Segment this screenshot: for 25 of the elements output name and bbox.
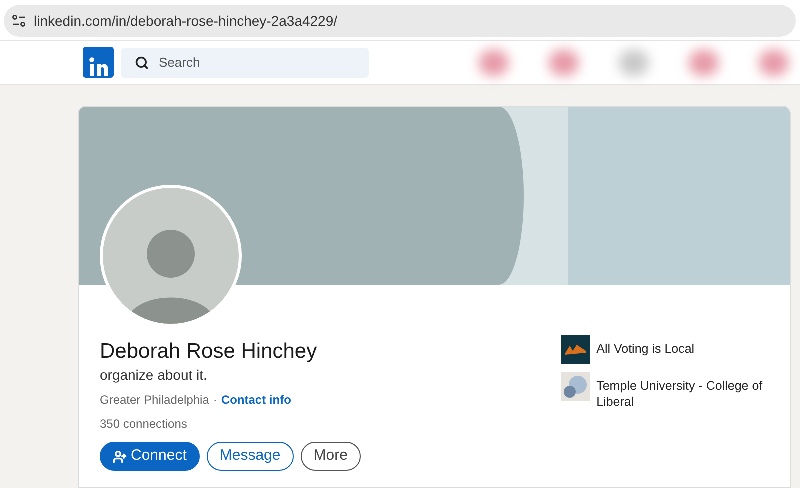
profile-headline: organize about it. xyxy=(100,366,208,385)
affiliation-name[interactable]: All Voting is Local xyxy=(596,335,695,357)
blurred-icon[interactable] xyxy=(619,50,649,76)
separator-dot: · xyxy=(213,392,218,408)
add-person-icon xyxy=(113,450,127,464)
url-text: linkedin.com/in/deborah-rose-hinchey-2a3a4229/ xyxy=(34,12,338,31)
search-field[interactable]: Search xyxy=(121,48,369,78)
more-button[interactable]: More xyxy=(300,442,361,471)
contact-info-link[interactable]: Contact info xyxy=(221,392,292,408)
site-settings-icon[interactable] xyxy=(12,14,26,28)
blurred-icon[interactable] xyxy=(689,50,719,76)
address-bar[interactable]: linkedin.com/in/deborah-rose-hinchey-2a3a4229/ xyxy=(4,5,796,37)
organization-logo xyxy=(560,335,590,364)
profile-name: Deborah Rose Hinchey xyxy=(100,339,318,365)
search-icon xyxy=(135,56,149,70)
linkedin-logo[interactable] xyxy=(83,47,114,78)
message-button[interactable]: Message xyxy=(206,442,294,471)
connect-button[interactable]: Connect xyxy=(100,442,200,471)
connections-count: 350 connections xyxy=(100,416,188,433)
school-logo xyxy=(560,372,590,401)
location-text: Greater Philadelphia xyxy=(100,392,210,408)
blurred-icon[interactable] xyxy=(759,50,789,76)
blurred-icon[interactable] xyxy=(479,50,509,76)
affiliation-name[interactable]: Temple University - College of Liberal xyxy=(596,372,769,410)
blurred-icon[interactable] xyxy=(549,50,579,76)
